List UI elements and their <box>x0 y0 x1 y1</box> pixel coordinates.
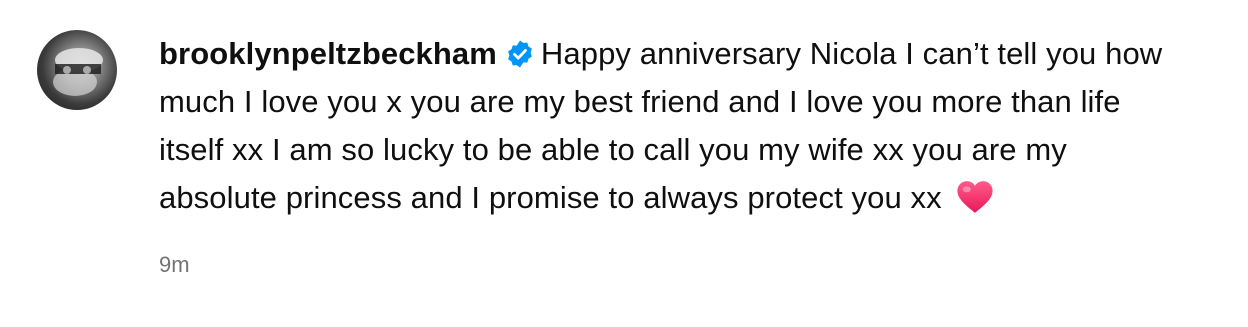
comment: brooklynpeltzbeckham Happy anniversary Ni… <box>37 30 1227 278</box>
comment-timestamp: 9m <box>159 252 190 277</box>
username-link[interactable]: brooklynpeltzbeckham <box>159 36 497 71</box>
pink-heart-icon <box>956 180 994 214</box>
comment-body: brooklynpeltzbeckham Happy anniversary Ni… <box>159 30 1189 222</box>
avatar[interactable] <box>37 30 117 110</box>
avatar-image <box>53 48 103 96</box>
verified-badge-icon <box>505 39 535 69</box>
comment-content: brooklynpeltzbeckham Happy anniversary Ni… <box>159 30 1189 278</box>
